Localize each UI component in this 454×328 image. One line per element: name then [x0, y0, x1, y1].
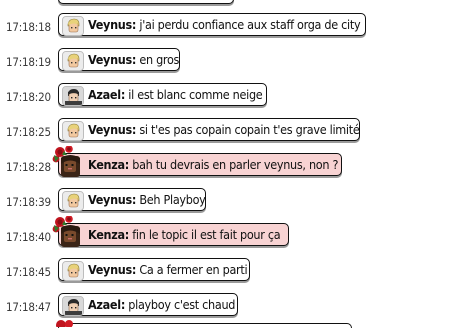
- message-bubble[interactable]: Azael: playboy c'est chaud: [58, 293, 238, 316]
- message-username[interactable]: Veynus:: [88, 192, 136, 207]
- chat-message: 17:18:39 Veynus: Beh Playboy: [0, 187, 454, 217]
- veynus-avatar-icon[interactable]: [62, 16, 84, 36]
- message-username[interactable]: Veynus:: [88, 122, 136, 137]
- kenza-avatar-icon[interactable]: [52, 216, 86, 250]
- azael-avatar-icon[interactable]: [62, 86, 84, 106]
- veynus-avatar-icon[interactable]: [62, 121, 84, 141]
- veynus-avatar-icon[interactable]: [62, 261, 84, 281]
- next-message-bubble-partial: [58, 323, 352, 328]
- message-username[interactable]: Veynus:: [88, 262, 136, 277]
- chat-message: 17:18:28 Kenza: bah tu devrais en parler…: [0, 146, 454, 182]
- message-text: Beh Playboy: [139, 192, 206, 207]
- message-text: bah tu devrais en parler veynus, non ?: [132, 157, 339, 172]
- message-bubble[interactable]: Azael: il est blanc comme neige: [58, 83, 267, 106]
- chat-message: 17:18:25 Veynus: si t'es pas copain copa…: [0, 117, 454, 147]
- message-bubble[interactable]: Veynus: en gros: [58, 48, 180, 71]
- message-username[interactable]: Kenza:: [88, 157, 129, 172]
- message-timestamp: 17:18:28: [6, 160, 51, 174]
- message-bubble[interactable]: Veynus: j'ai perdu confiance aux staff o…: [58, 13, 366, 36]
- message-bubble[interactable]: Kenza: fin le topic il est fait pour ça: [52, 216, 289, 247]
- chat-message: 17:18:18 Veynus: j'ai perdu confiance au…: [0, 12, 454, 42]
- message-timestamp: 17:18:18: [6, 20, 51, 34]
- message-text: il est blanc comme neige: [128, 87, 263, 102]
- chat-log: 17:18:18 Veynus: j'ai perdu confiance au…: [0, 0, 454, 328]
- kenza-avatar-icon[interactable]: [52, 146, 86, 180]
- chat-message: 17:18:45 Veynus: Ca a fermer en parti: [0, 257, 454, 287]
- message-timestamp: 17:18:47: [6, 300, 51, 314]
- previous-message-bubble-partial: [58, 0, 234, 4]
- message-text: j'ai perdu confiance aux staff orga de c…: [139, 17, 361, 32]
- chat-message: 17:18:20 Azael: il est blanc comme neige: [0, 82, 454, 112]
- message-bubble[interactable]: Kenza: bah tu devrais en parler veynus, …: [52, 146, 342, 177]
- message-text: si t'es pas copain copain t'es grave lim…: [139, 122, 360, 137]
- chat-message: 17:18:19 Veynus: en gros: [0, 47, 454, 77]
- message-text: fin le topic il est fait pour ça: [132, 227, 281, 242]
- message-username[interactable]: Veynus:: [88, 52, 136, 67]
- message-bubble[interactable]: Veynus: si t'es pas copain copain t'es g…: [58, 118, 360, 141]
- message-timestamp: 17:18:20: [6, 90, 51, 104]
- chat-message: 17:18:40 Kenza: fin le topic il est fait…: [0, 216, 454, 252]
- message-timestamp: 17:18:39: [6, 195, 51, 209]
- kenza-avatar-partial-icon: [56, 320, 73, 327]
- veynus-avatar-icon[interactable]: [62, 191, 84, 211]
- message-timestamp: 17:18:40: [6, 230, 51, 244]
- message-timestamp: 17:18:19: [6, 55, 51, 69]
- chat-message: 17:18:47 Azael: playboy c'est chaud: [0, 292, 454, 322]
- message-username[interactable]: Azael:: [88, 297, 125, 312]
- message-timestamp: 17:18:25: [6, 125, 51, 139]
- message-text: playboy c'est chaud: [128, 297, 236, 312]
- message-username[interactable]: Veynus:: [88, 17, 136, 32]
- message-bubble[interactable]: Veynus: Beh Playboy: [58, 188, 206, 211]
- message-text: en gros: [139, 52, 180, 67]
- message-username[interactable]: Kenza:: [88, 227, 129, 242]
- azael-avatar-icon[interactable]: [62, 296, 84, 316]
- message-timestamp: 17:18:45: [6, 265, 51, 279]
- message-username[interactable]: Azael:: [88, 87, 125, 102]
- message-text: Ca a fermer en parti: [139, 262, 248, 277]
- veynus-avatar-icon[interactable]: [62, 51, 84, 71]
- message-bubble[interactable]: Veynus: Ca a fermer en parti: [58, 258, 250, 281]
